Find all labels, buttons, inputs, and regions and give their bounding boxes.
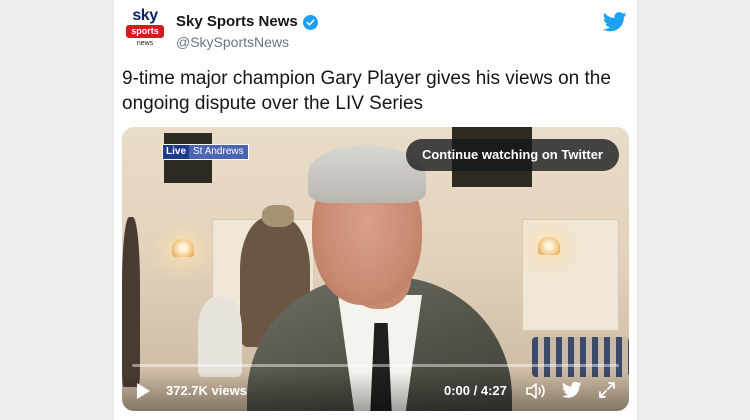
live-location: St Andrews xyxy=(189,145,248,159)
tweet-header: sky sports news Sky Sports News @SkySpor… xyxy=(122,8,629,56)
play-icon[interactable] xyxy=(134,381,152,401)
avatar-news-text: news xyxy=(136,40,154,47)
video-player[interactable]: Live St Andrews Continue watching on Twi… xyxy=(122,127,629,411)
tweet-card: sky sports news Sky Sports News @SkySpor… xyxy=(113,0,638,420)
avatar-sky-text: sky xyxy=(132,7,158,24)
display-name[interactable]: Sky Sports News xyxy=(176,13,298,31)
live-label: Live xyxy=(163,145,190,159)
avatar-sports-text: sports xyxy=(126,25,164,38)
volume-icon[interactable] xyxy=(525,381,547,401)
verified-badge-icon xyxy=(302,14,318,30)
wall-panel xyxy=(522,219,619,331)
time-display: 0:00 / 4:27 xyxy=(444,383,507,398)
progress-bar[interactable] xyxy=(132,364,619,367)
continue-watching-button[interactable]: Continue watching on Twitter xyxy=(405,139,619,171)
wall-lamp-right xyxy=(538,237,560,255)
video-controls: 372.7K views 0:00 / 4:27 xyxy=(122,371,629,411)
avatar[interactable]: sky sports news xyxy=(122,8,168,54)
background-figure-edge xyxy=(122,217,140,387)
fullscreen-icon[interactable] xyxy=(598,381,616,399)
background-person-hat xyxy=(262,205,294,227)
handle[interactable]: @SkySportsNews xyxy=(176,33,318,51)
view-count: 372.7K views xyxy=(166,383,247,398)
author-block[interactable]: Sky Sports News @SkySportsNews xyxy=(176,13,318,51)
twitter-bird-icon[interactable] xyxy=(603,12,627,32)
twitter-control-icon[interactable] xyxy=(562,381,582,399)
wall-lamp-left xyxy=(172,239,194,257)
live-badge: Live St Andrews xyxy=(162,144,249,160)
tweet-text: 9-time major champion Gary Player gives … xyxy=(122,68,611,114)
